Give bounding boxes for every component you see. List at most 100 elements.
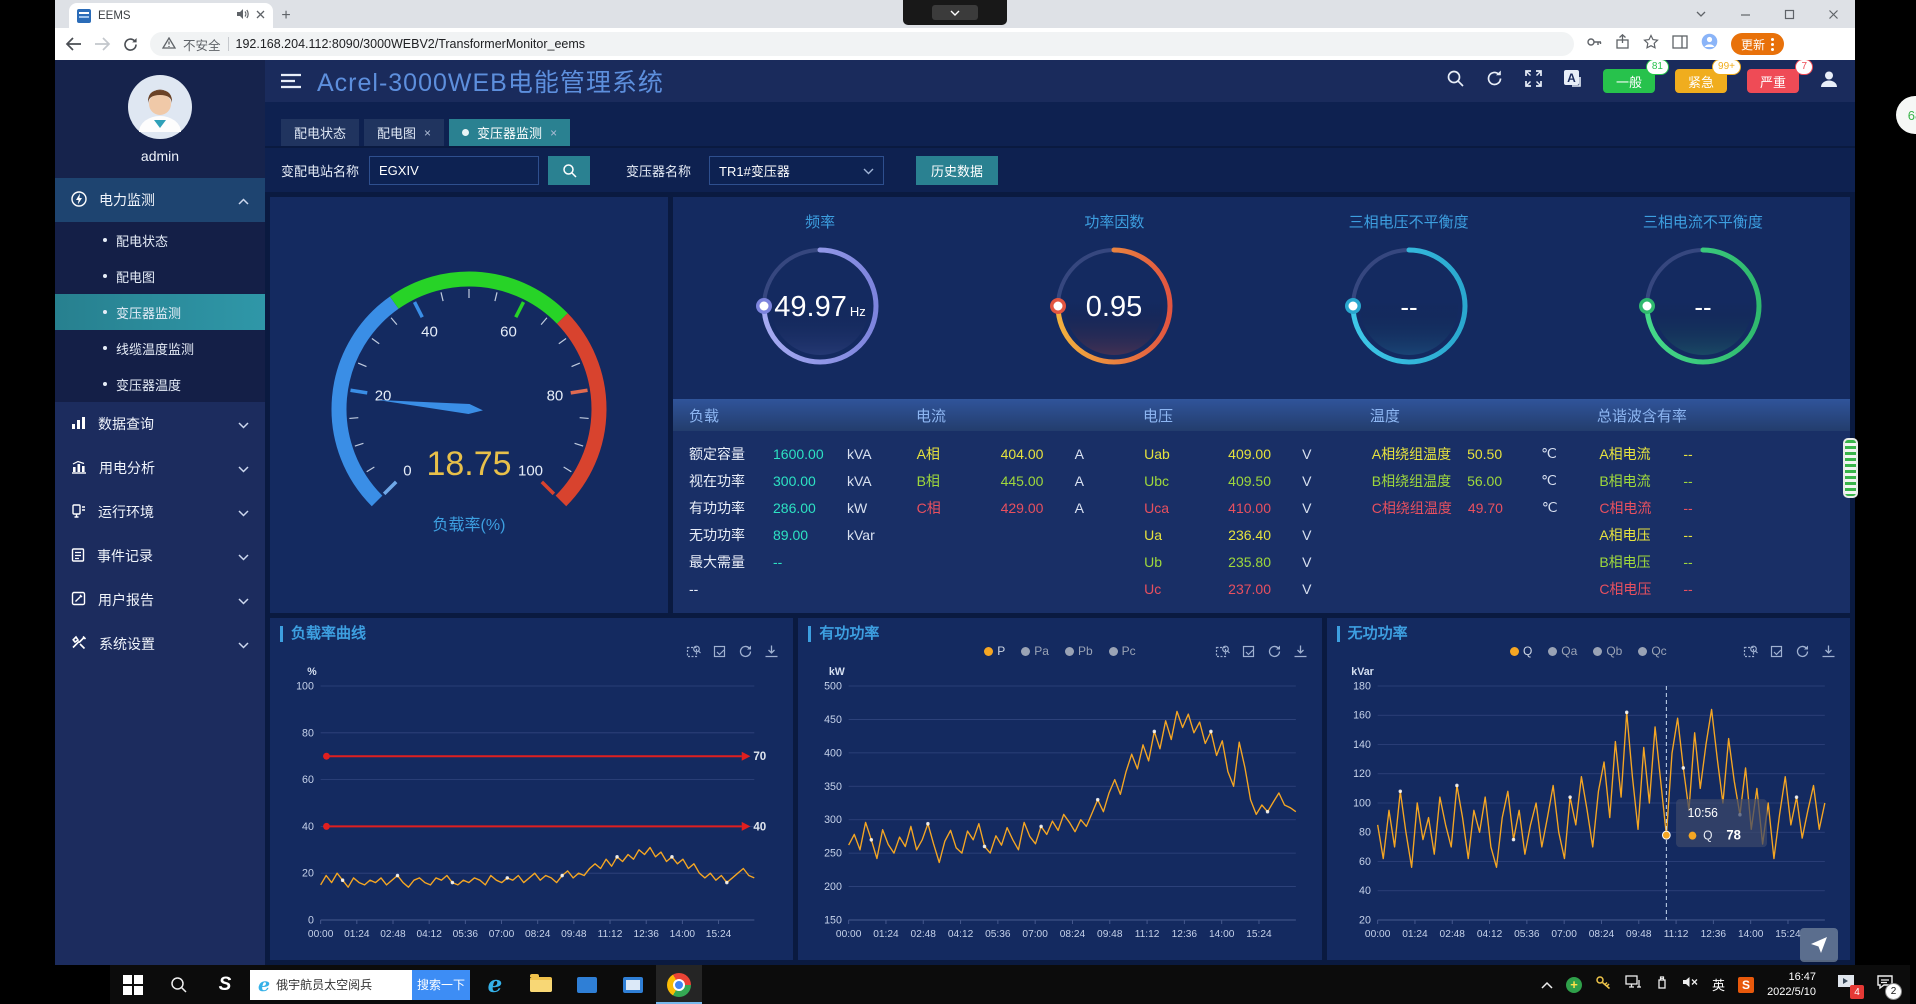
sidebar-item-系统设置[interactable]: 系统设置 — [55, 622, 265, 666]
history-data-button[interactable]: 历史数据 — [916, 156, 998, 185]
s-app-icon[interactable]: S — [202, 965, 248, 1004]
tray-s-icon[interactable]: S — [1738, 977, 1754, 993]
sidebar-item-事件记录[interactable]: 事件记录 — [55, 534, 265, 578]
refresh-icon[interactable] — [1485, 69, 1504, 93]
legend-item-P[interactable]: P — [984, 644, 1005, 658]
profile-avatar-icon[interactable] — [1701, 33, 1718, 55]
alarm-normal-button[interactable]: 一般81 — [1603, 69, 1655, 93]
legend-item-Pb[interactable]: Pb — [1065, 644, 1093, 658]
legend-item-Qb[interactable]: Qb — [1593, 644, 1622, 658]
taskbar-clock[interactable]: 16:47 2022/5/10 — [1767, 970, 1816, 1000]
page-url[interactable]: 192.168.204.112:8090/3000WEBV2/Transform… — [236, 37, 586, 51]
legend-item-Qa[interactable]: Qa — [1548, 644, 1577, 658]
menu-toggle-icon[interactable] — [281, 73, 301, 89]
alarm-urgent-button[interactable]: 紧急99+ — [1675, 69, 1727, 93]
sidebar-subitem-线缆温度监测[interactable]: 线缆温度监测 — [55, 330, 265, 366]
station-search-button[interactable] — [548, 156, 590, 185]
quick-action-button[interactable] — [1800, 928, 1838, 962]
refresh-chart-icon[interactable] — [1267, 644, 1282, 664]
back-icon[interactable] — [65, 37, 82, 51]
transformer-select[interactable]: TR1#变压器 — [709, 156, 884, 185]
language-indicator[interactable]: 英 — [1712, 975, 1725, 994]
refresh-chart-icon[interactable] — [738, 644, 753, 664]
antivirus-icon[interactable]: + — [1566, 977, 1582, 993]
tab-distribution-diagram[interactable]: 配电图× — [364, 119, 444, 146]
sidebar-item-电力监测[interactable]: 电力监测 — [55, 178, 265, 222]
tabstrip-chevron-icon[interactable] — [1679, 0, 1723, 28]
station-input[interactable]: EGXIV — [369, 156, 539, 185]
internet-explorer-icon[interactable]: e — [472, 965, 518, 1004]
sidebar-subitem-配电状态[interactable]: 配电状态 — [55, 222, 265, 258]
taskbar-search-icon[interactable] — [156, 965, 202, 1004]
download-icon[interactable] — [1293, 644, 1308, 664]
alarm-severe-button[interactable]: 严重7 — [1747, 69, 1799, 93]
region-zoom-icon[interactable] — [686, 644, 701, 664]
sidebar-item-用户报告[interactable]: 用户报告 — [55, 578, 265, 622]
sidebar-item-数据查询[interactable]: 数据查询 — [55, 402, 265, 446]
sidebar-item-运行环境[interactable]: 运行环境 — [55, 490, 265, 534]
table-row: 最大需量-- — [689, 548, 885, 575]
download-icon[interactable] — [1821, 644, 1836, 664]
close-window-button[interactable] — [1811, 0, 1855, 28]
start-button[interactable] — [110, 965, 156, 1004]
page-scrollbar[interactable] — [1843, 438, 1858, 498]
region-zoom-icon[interactable] — [1743, 644, 1758, 664]
side-panel-icon[interactable] — [1672, 35, 1688, 54]
security-label[interactable]: 不安全 — [183, 35, 221, 54]
action-center-icon[interactable]: 2 — [1876, 974, 1894, 995]
browser-menu-icon[interactable] — [1771, 38, 1774, 51]
zoom-restore-icon[interactable] — [712, 644, 727, 664]
taskbar-search-box[interactable]: e 俄宇航员太空阅兵 搜索一下 — [250, 970, 470, 1000]
sidebar-subitem-变压器温度[interactable]: 变压器温度 — [55, 366, 265, 402]
region-zoom-icon[interactable] — [1215, 644, 1230, 664]
app-icon-1[interactable] — [564, 965, 610, 1004]
share-icon[interactable] — [1615, 34, 1630, 55]
usb-icon[interactable] — [1655, 975, 1669, 995]
tab-transformer-monitor[interactable]: 变压器监测× — [449, 119, 570, 146]
taskbar-search-button[interactable]: 搜索一下 — [412, 970, 470, 1000]
legend-item-Qc[interactable]: Qc — [1638, 644, 1666, 658]
volume-muted-icon[interactable] — [1682, 975, 1699, 994]
tab-close-icon[interactable]: × — [550, 126, 557, 140]
chrome-icon[interactable] — [656, 965, 702, 1004]
url-bar[interactable]: 不安全 192.168.204.112:8090/3000WEBV2/Trans… — [150, 32, 1574, 56]
taskbar-search-text[interactable]: 俄宇航员太空阅兵 — [276, 976, 406, 993]
legend-item-Pa[interactable]: Pa — [1021, 644, 1049, 658]
new-tab-button[interactable]: + — [273, 3, 299, 28]
bookmark-star-icon[interactable] — [1643, 34, 1659, 55]
legend-item-Pc[interactable]: Pc — [1109, 644, 1136, 658]
sidebar-subitem-变压器监测[interactable]: 变压器监测 — [55, 294, 265, 330]
tray-expand-icon[interactable] — [1541, 976, 1553, 994]
tab-close-icon[interactable] — [256, 10, 265, 22]
download-icon[interactable] — [764, 644, 779, 664]
legend-item-Q[interactable]: Q — [1510, 644, 1532, 658]
network-icon[interactable] — [1625, 975, 1642, 994]
app-notification-icon[interactable]: 4 — [1837, 974, 1857, 995]
user-icon[interactable] — [1819, 69, 1839, 94]
tab-close-icon[interactable]: × — [424, 126, 431, 140]
screen-edge-overlay[interactable]: 68 — [1896, 96, 1916, 134]
file-explorer-icon[interactable] — [518, 965, 564, 1004]
translate-icon[interactable]: A — [1563, 69, 1583, 93]
chart-toolbar — [1743, 644, 1836, 664]
browser-update-button[interactable]: 更新 — [1731, 33, 1784, 55]
browser-tab[interactable]: EEMS — [69, 3, 273, 28]
refresh-chart-icon[interactable] — [1795, 644, 1810, 664]
forward-icon[interactable] — [94, 37, 111, 51]
minimize-button[interactable] — [1723, 0, 1767, 28]
audio-playing-icon[interactable] — [236, 8, 249, 23]
search-icon[interactable] — [1446, 69, 1465, 93]
recorder-expand-button[interactable] — [932, 5, 978, 20]
zoom-restore-icon[interactable] — [1241, 644, 1256, 664]
reload-icon[interactable] — [123, 37, 138, 52]
maximize-button[interactable] — [1767, 0, 1811, 28]
security-warning-icon[interactable] — [162, 37, 176, 52]
sidebar-item-用电分析[interactable]: 用电分析 — [55, 446, 265, 490]
zoom-restore-icon[interactable] — [1769, 644, 1784, 664]
keys-icon[interactable] — [1595, 975, 1612, 995]
password-key-icon[interactable] — [1586, 34, 1602, 55]
app-icon-2[interactable] — [610, 965, 656, 1004]
tab-distribution-status[interactable]: 配电状态 — [281, 119, 359, 146]
sidebar-subitem-配电图[interactable]: 配电图 — [55, 258, 265, 294]
fullscreen-icon[interactable] — [1524, 69, 1543, 93]
